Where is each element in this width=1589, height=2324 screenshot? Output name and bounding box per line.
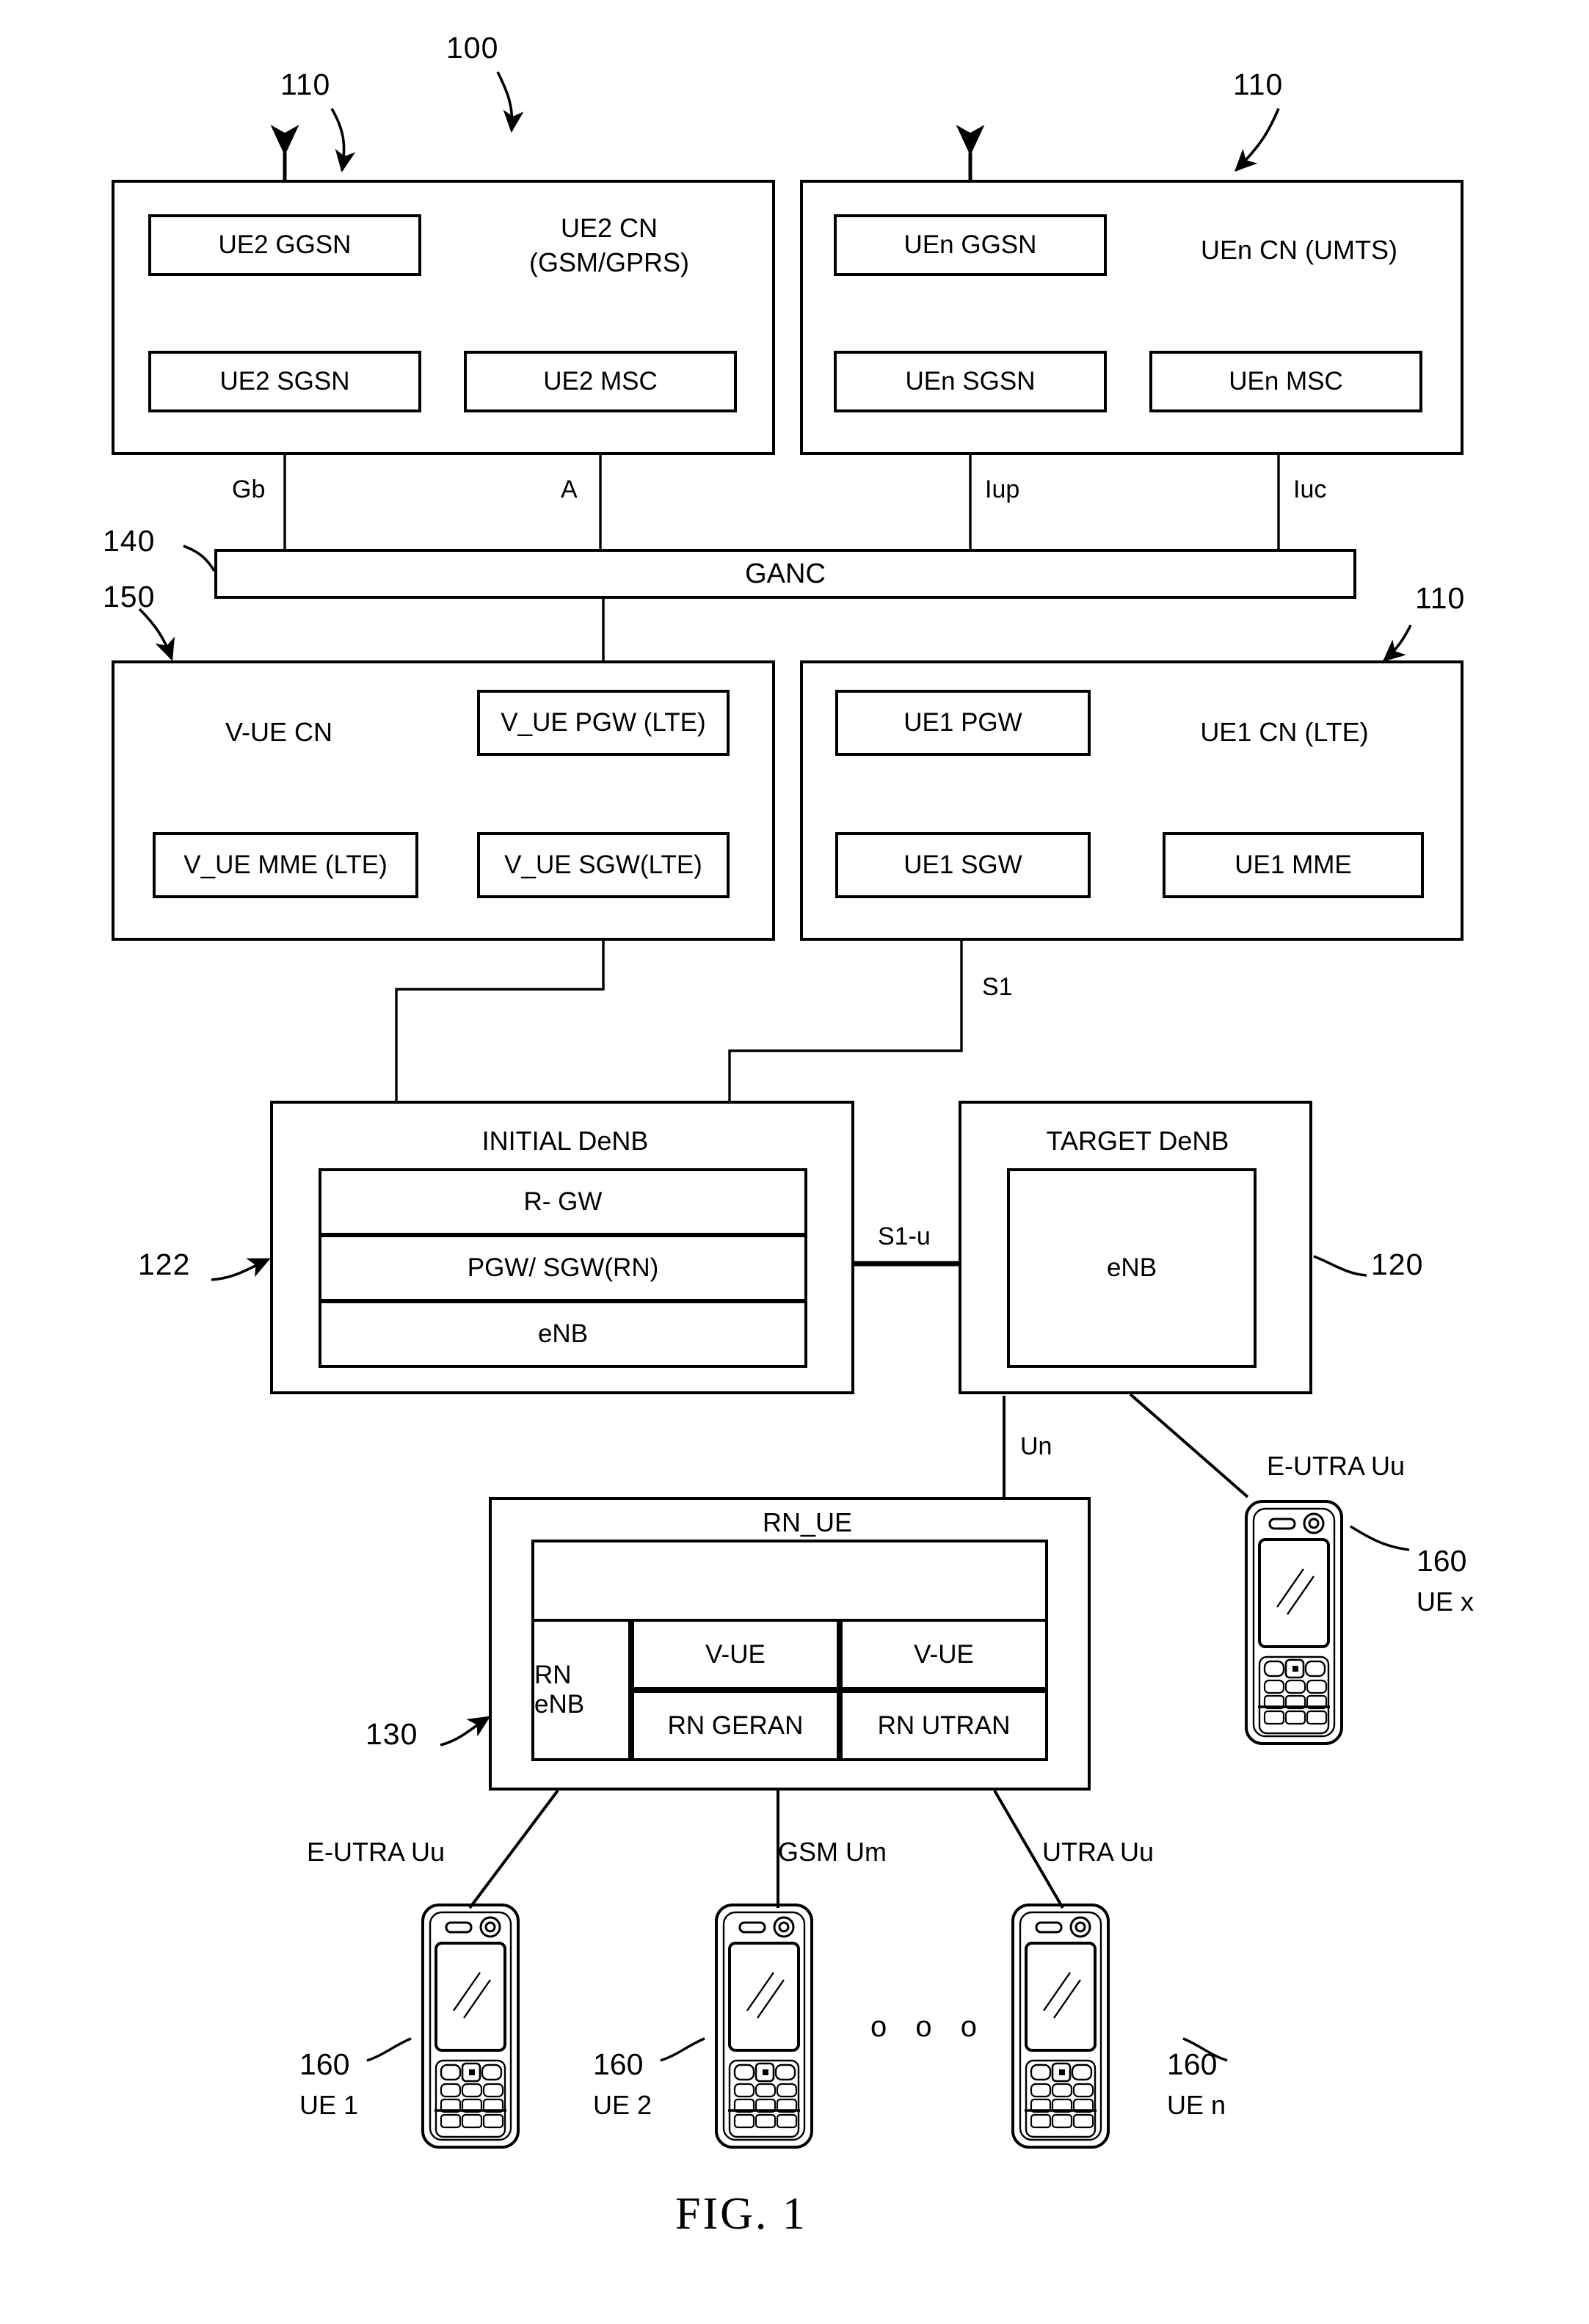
iface-s1u: S1-u [878, 1223, 931, 1250]
leader-110-left [330, 108, 356, 172]
ellipsis-dots: o o o [870, 2011, 987, 2043]
cell-rn-enb-label: RN eNB [534, 1661, 585, 1719]
ref-110-left: 110 [280, 68, 331, 101]
layer-r-gw[interactable]: R- GW [319, 1168, 807, 1236]
ue-2-ref-number: 160 [593, 2047, 644, 2081]
cell-rn-utran-label: RN UTRAN [877, 1711, 1011, 1740]
target-denb-title: TARGET DeNB [1046, 1126, 1229, 1156]
leader-110-right [1234, 108, 1280, 172]
line-uex [1129, 1393, 1249, 1498]
ganc-box[interactable]: GANC [214, 549, 1356, 599]
cell-v-ue-1[interactable]: V-UE [631, 1619, 840, 1690]
line-ue1 [468, 1789, 559, 1909]
ue-x-name: UE x [1417, 1587, 1475, 1617]
leader-122 [211, 1258, 271, 1281]
rn-ue-title: RN_UE [762, 1507, 853, 1537]
iface-s1: S1 [982, 973, 1013, 1001]
node-enb-target[interactable]: eNB [1007, 1168, 1257, 1368]
ue-2-name: UE 2 [593, 2090, 652, 2121]
leader-130 [440, 1716, 491, 1746]
node-ue1-sgw[interactable]: UE1 SGW [835, 832, 1091, 898]
ue-x-ref-number: 160 [1417, 1544, 1467, 1578]
ref-122: 122 [138, 1247, 191, 1281]
iface-e-utra-uu-right: E-UTRA Uu [1267, 1451, 1406, 1481]
leader-160-ue1 [366, 2037, 412, 2062]
ref-110-mid-right: 110 [1415, 581, 1466, 615]
iface-un: Un [1020, 1432, 1052, 1460]
iface-a: A [561, 476, 578, 503]
iface-iup: Iup [985, 476, 1020, 503]
ref-100: 100 [446, 31, 499, 65]
ref-150: 150 [103, 580, 156, 613]
leader-100 [496, 71, 524, 133]
node-ue1-pgw[interactable]: UE1 PGW [835, 690, 1091, 756]
initial-denb-title: INITIAL DeNB [481, 1126, 649, 1156]
ue-2-ref: 160 UE 2 [593, 2043, 652, 2125]
iface-gsm-um: GSM Um [778, 1837, 887, 1867]
cell-rn-enb[interactable]: RN eNB [531, 1619, 631, 1761]
figure-caption: FIG. 1 [675, 2189, 807, 2239]
iface-gb: Gb [232, 476, 266, 503]
node-ue2-ggsn[interactable]: UE2 GGSN [148, 214, 421, 276]
phone-ue-2[interactable] [710, 1901, 835, 2157]
ue-n-ref: 160 UE n [1167, 2043, 1226, 2125]
leader-110-mid-right [1382, 624, 1412, 662]
cell-rn-geran[interactable]: RN GERAN [631, 1690, 840, 1761]
iface-e-utra-uu-bottom: E-UTRA Uu [307, 1837, 446, 1867]
ue-x-ref: 160 UE x [1417, 1540, 1474, 1622]
ue2-cn-title: UE2 CN (GSM/GPRS) [528, 213, 689, 277]
ue-n-ref-number: 160 [1167, 2047, 1218, 2081]
uen-cn-title: UEn CN (UMTS) [1201, 235, 1397, 265]
cell-v-ue-2-label: V-UE [914, 1639, 974, 1669]
cell-rn-geran-label: RN GERAN [667, 1711, 804, 1740]
ref-110-right: 110 [1233, 68, 1284, 101]
ue-1-name: UE 1 [299, 2090, 359, 2121]
phone-ue-x[interactable] [1240, 1497, 1365, 1754]
node-ue1-mme[interactable]: UE1 MME [1163, 832, 1424, 898]
node-uen-sgsn[interactable]: UEn SGSN [834, 351, 1107, 412]
cell-v-ue-1-label: V-UE [705, 1639, 766, 1669]
layer-pgw-sgw-rn[interactable]: PGW/ SGW(RN) [319, 1234, 807, 1302]
ref-120: 120 [1371, 1247, 1424, 1281]
iface-utra-uu: UTRA Uu [1042, 1837, 1155, 1867]
leader-150 [138, 608, 175, 661]
leader-160-uex [1350, 1525, 1410, 1551]
leader-120 [1313, 1255, 1367, 1277]
ue-1-ref-number: 160 [299, 2047, 350, 2081]
node-uen-msc[interactable]: UEn MSC [1149, 351, 1422, 412]
ref-130: 130 [366, 1717, 418, 1751]
leader-140 [183, 544, 216, 572]
leader-160-ue2 [660, 2037, 705, 2062]
layer-enb-initial[interactable]: eNB [319, 1300, 807, 1368]
iface-iuc: Iuc [1293, 476, 1327, 503]
v-ue-cn-title: V-UE CN [225, 717, 333, 747]
phone-ue-n[interactable] [1007, 1901, 1132, 2157]
ue-1-ref: 160 UE 1 [299, 2043, 358, 2125]
cell-v-ue-2[interactable]: V-UE [840, 1619, 1048, 1690]
ue-n-name: UE n [1167, 2090, 1226, 2121]
phone-ue-1[interactable] [417, 1901, 542, 2157]
node-ue2-msc[interactable]: UE2 MSC [464, 351, 737, 412]
ref-140: 140 [103, 524, 156, 558]
node-uen-ggsn[interactable]: UEn GGSN [834, 214, 1107, 276]
node-vue-sgw[interactable]: V_UE SGW(LTE) [477, 832, 730, 898]
node-ue2-sgsn[interactable]: UE2 SGSN [148, 351, 421, 412]
ue1-cn-title: UE1 CN (LTE) [1200, 717, 1369, 747]
cell-rn-utran[interactable]: RN UTRAN [840, 1690, 1048, 1761]
node-vue-pgw[interactable]: V_UE PGW (LTE) [477, 690, 730, 756]
node-vue-mme[interactable]: V_UE MME (LTE) [153, 832, 418, 898]
